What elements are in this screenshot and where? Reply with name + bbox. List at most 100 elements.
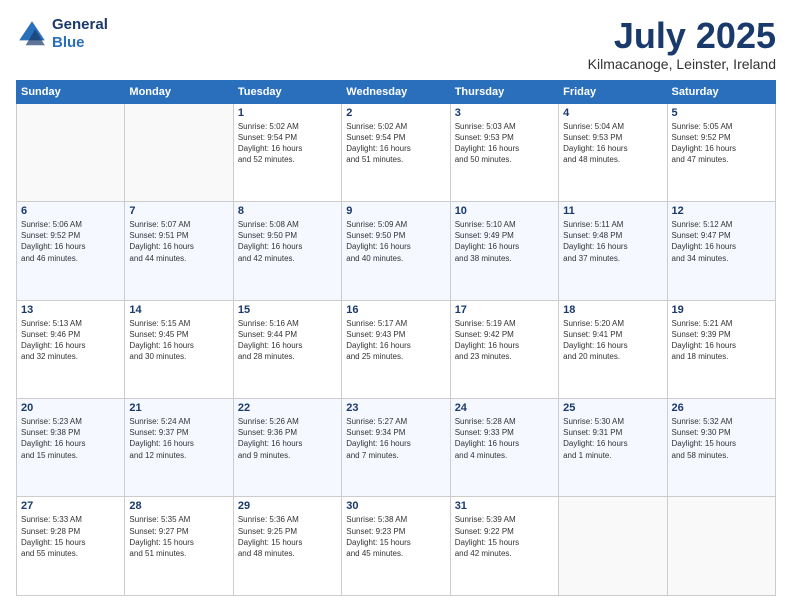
day-info: Sunrise: 5:27 AM Sunset: 9:34 PM Dayligh… [346, 416, 445, 461]
day-number: 31 [455, 500, 554, 512]
day-number: 10 [455, 205, 554, 217]
table-row: 26Sunrise: 5:32 AM Sunset: 9:30 PM Dayli… [667, 399, 775, 497]
day-info: Sunrise: 5:35 AM Sunset: 9:27 PM Dayligh… [129, 514, 228, 559]
day-number: 16 [346, 304, 445, 316]
day-info: Sunrise: 5:08 AM Sunset: 9:50 PM Dayligh… [238, 219, 337, 264]
table-row: 1Sunrise: 5:02 AM Sunset: 9:54 PM Daylig… [233, 103, 341, 201]
table-row [125, 103, 233, 201]
day-info: Sunrise: 5:17 AM Sunset: 9:43 PM Dayligh… [346, 318, 445, 363]
table-row [559, 497, 667, 596]
table-row: 29Sunrise: 5:36 AM Sunset: 9:25 PM Dayli… [233, 497, 341, 596]
table-row: 16 Sunrise: 5:17 AM Sunset: 9:43 PM Dayli… [342, 300, 450, 398]
day-number: 18 [563, 304, 662, 316]
day-info: Sunrise: 5:07 AM Sunset: 9:51 PM Dayligh… [129, 219, 228, 264]
day-info: Sunrise: 5:33 AM Sunset: 9:28 PM Dayligh… [21, 514, 120, 559]
day-info: Sunrise: 5:02 AM Sunset: 9:54 PM Dayligh… [346, 121, 445, 166]
logo-icon [16, 18, 48, 50]
day-info: Sunrise: 5:06 AM Sunset: 9:52 PM Dayligh… [21, 219, 120, 264]
day-number: 2 [346, 107, 445, 119]
table-row: 30Sunrise: 5:38 AM Sunset: 9:23 PM Dayli… [342, 497, 450, 596]
day-number: 21 [129, 402, 228, 414]
table-row: 4 Sunrise: 5:04 AM Sunset: 9:53 PM Daylig… [559, 103, 667, 201]
col-saturday: Saturday [667, 80, 775, 103]
day-info: Sunrise: 5:09 AM Sunset: 9:50 PM Dayligh… [346, 219, 445, 264]
table-row: 5Sunrise: 5:05 AM Sunset: 9:52 PM Daylig… [667, 103, 775, 201]
table-row: 6 Sunrise: 5:06 AM Sunset: 9:52 PM Daylig… [17, 202, 125, 300]
day-info: Sunrise: 5:11 AM Sunset: 9:48 PM Dayligh… [563, 219, 662, 264]
day-number: 25 [563, 402, 662, 414]
day-info: Sunrise: 5:24 AM Sunset: 9:37 PM Dayligh… [129, 416, 228, 461]
day-info: Sunrise: 5:13 AM Sunset: 9:46 PM Dayligh… [21, 318, 120, 363]
table-row: 22Sunrise: 5:26 AM Sunset: 9:36 PM Dayli… [233, 399, 341, 497]
day-number: 14 [129, 304, 228, 316]
table-row: 7 Sunrise: 5:07 AM Sunset: 9:51 PM Daylig… [125, 202, 233, 300]
logo: General Blue [16, 16, 108, 52]
day-number: 12 [672, 205, 771, 217]
table-row: 21 Sunrise: 5:24 AM Sunset: 9:37 PM Dayli… [125, 399, 233, 497]
col-thursday: Thursday [450, 80, 558, 103]
table-row [667, 497, 775, 596]
col-monday: Monday [125, 80, 233, 103]
day-info: Sunrise: 5:28 AM Sunset: 9:33 PM Dayligh… [455, 416, 554, 461]
logo-text: General Blue [52, 16, 108, 52]
table-row: 12 Sunrise: 5:12 AM Sunset: 9:47 PM Dayli… [667, 202, 775, 300]
day-number: 13 [21, 304, 120, 316]
day-number: 29 [238, 500, 337, 512]
day-info: Sunrise: 5:30 AM Sunset: 9:31 PM Dayligh… [563, 416, 662, 461]
table-row: 2 Sunrise: 5:02 AM Sunset: 9:54 PM Daylig… [342, 103, 450, 201]
table-row: 18Sunrise: 5:20 AM Sunset: 9:41 PM Dayli… [559, 300, 667, 398]
month-title: July 2025 [588, 16, 776, 56]
day-number: 8 [238, 205, 337, 217]
day-number: 3 [455, 107, 554, 119]
table-row: 19 Sunrise: 5:21 AM Sunset: 9:39 PM Dayli… [667, 300, 775, 398]
header: General Blue July 2025 Kilmacanoge, Lein… [16, 16, 776, 72]
table-row: 3Sunrise: 5:03 AM Sunset: 9:53 PM Daylig… [450, 103, 558, 201]
table-row: 31 Sunrise: 5:39 AM Sunset: 9:22 PM Dayli… [450, 497, 558, 596]
table-row [17, 103, 125, 201]
table-row: 15Sunrise: 5:16 AM Sunset: 9:44 PM Dayli… [233, 300, 341, 398]
table-row: 10Sunrise: 5:10 AM Sunset: 9:49 PM Dayli… [450, 202, 558, 300]
day-info: Sunrise: 5:02 AM Sunset: 9:54 PM Dayligh… [238, 121, 337, 166]
table-row: 8 Sunrise: 5:08 AM Sunset: 9:50 PM Daylig… [233, 202, 341, 300]
page: General Blue July 2025 Kilmacanoge, Lein… [0, 0, 792, 612]
day-info: Sunrise: 5:04 AM Sunset: 9:53 PM Dayligh… [563, 121, 662, 166]
calendar-week-row: 27Sunrise: 5:33 AM Sunset: 9:28 PM Dayli… [17, 497, 776, 596]
day-info: Sunrise: 5:26 AM Sunset: 9:36 PM Dayligh… [238, 416, 337, 461]
day-number: 6 [21, 205, 120, 217]
col-wednesday: Wednesday [342, 80, 450, 103]
calendar-table: Sunday Monday Tuesday Wednesday Thursday… [16, 80, 776, 596]
calendar-week-row: 6 Sunrise: 5:06 AM Sunset: 9:52 PM Daylig… [17, 202, 776, 300]
day-info: Sunrise: 5:38 AM Sunset: 9:23 PM Dayligh… [346, 514, 445, 559]
day-number: 15 [238, 304, 337, 316]
table-row: 28 Sunrise: 5:35 AM Sunset: 9:27 PM Dayli… [125, 497, 233, 596]
table-row: 17Sunrise: 5:19 AM Sunset: 9:42 PM Dayli… [450, 300, 558, 398]
day-number: 26 [672, 402, 771, 414]
col-friday: Friday [559, 80, 667, 103]
col-tuesday: Tuesday [233, 80, 341, 103]
table-row: 11Sunrise: 5:11 AM Sunset: 9:48 PM Dayli… [559, 202, 667, 300]
table-row: 25 Sunrise: 5:30 AM Sunset: 9:31 PM Dayli… [559, 399, 667, 497]
day-number: 9 [346, 205, 445, 217]
location: Kilmacanoge, Leinster, Ireland [588, 56, 776, 72]
day-info: Sunrise: 5:23 AM Sunset: 9:38 PM Dayligh… [21, 416, 120, 461]
day-info: Sunrise: 5:15 AM Sunset: 9:45 PM Dayligh… [129, 318, 228, 363]
day-info: Sunrise: 5:21 AM Sunset: 9:39 PM Dayligh… [672, 318, 771, 363]
table-row: 20Sunrise: 5:23 AM Sunset: 9:38 PM Dayli… [17, 399, 125, 497]
day-number: 28 [129, 500, 228, 512]
day-info: Sunrise: 5:12 AM Sunset: 9:47 PM Dayligh… [672, 219, 771, 264]
day-number: 7 [129, 205, 228, 217]
table-row: 27Sunrise: 5:33 AM Sunset: 9:28 PM Dayli… [17, 497, 125, 596]
day-number: 19 [672, 304, 771, 316]
day-number: 5 [672, 107, 771, 119]
day-info: Sunrise: 5:39 AM Sunset: 9:22 PM Dayligh… [455, 514, 554, 559]
calendar-week-row: 13 Sunrise: 5:13 AM Sunset: 9:46 PM Dayli… [17, 300, 776, 398]
day-number: 4 [563, 107, 662, 119]
col-sunday: Sunday [17, 80, 125, 103]
table-row: 13 Sunrise: 5:13 AM Sunset: 9:46 PM Dayli… [17, 300, 125, 398]
table-row: 14 Sunrise: 5:15 AM Sunset: 9:45 PM Dayli… [125, 300, 233, 398]
day-number: 24 [455, 402, 554, 414]
day-number: 23 [346, 402, 445, 414]
calendar-header-row: Sunday Monday Tuesday Wednesday Thursday… [17, 80, 776, 103]
calendar-week-row: 1Sunrise: 5:02 AM Sunset: 9:54 PM Daylig… [17, 103, 776, 201]
table-row: 23 Sunrise: 5:27 AM Sunset: 9:34 PM Dayli… [342, 399, 450, 497]
